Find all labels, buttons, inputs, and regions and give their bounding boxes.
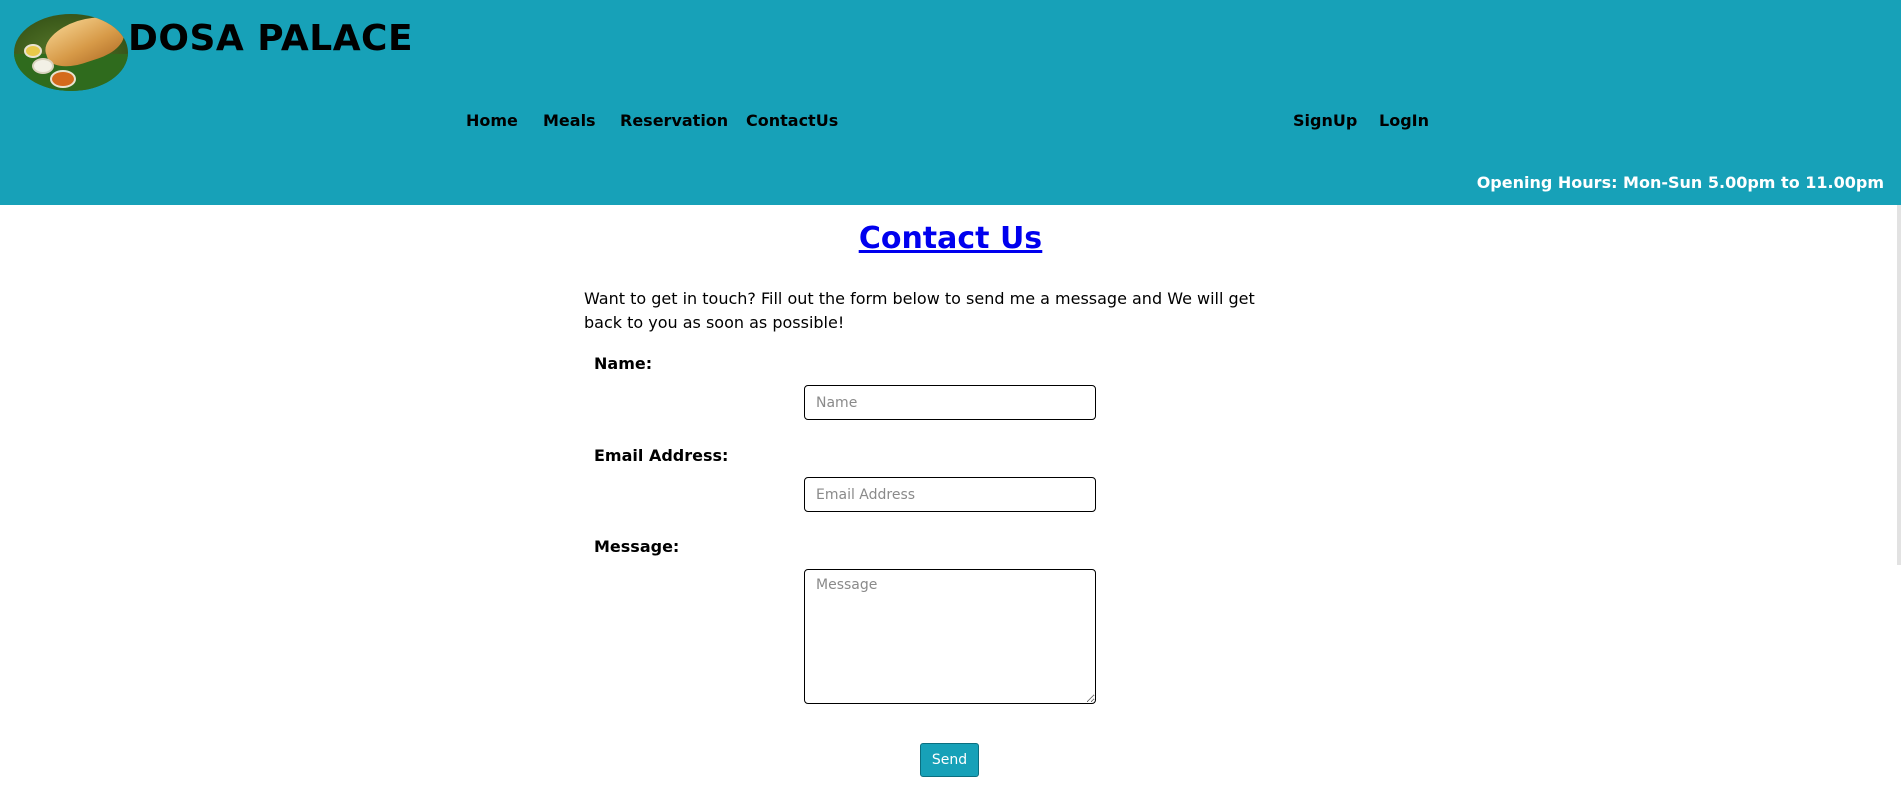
dosa-logo-icon[interactable] — [14, 14, 128, 91]
email-input[interactable] — [804, 477, 1096, 512]
nav-home[interactable]: Home — [466, 111, 518, 130]
name-label: Name: — [594, 354, 653, 373]
nav-meals[interactable]: Meals — [543, 111, 596, 130]
logo-bowl-orange — [50, 70, 76, 88]
message-textarea[interactable] — [804, 569, 1096, 704]
send-button[interactable]: Send — [920, 743, 979, 777]
message-label: Message: — [594, 537, 680, 556]
logo-bowl-white — [32, 58, 54, 74]
logo-bowl-yellow — [24, 44, 42, 58]
contact-intro: Want to get in touch? Fill out the form … — [584, 289, 1255, 332]
page-scrollbar[interactable] — [1897, 205, 1901, 565]
contact-title-link[interactable]: Contact Us — [859, 221, 1042, 256]
contact-title: Contact Us — [0, 221, 1901, 256]
brand-name: DOSA PALACE — [128, 18, 414, 59]
site-header: DOSA PALACE Home Meals Reservation Conta… — [0, 0, 1901, 205]
name-input[interactable] — [804, 385, 1096, 420]
nav-login[interactable]: LogIn — [1379, 111, 1429, 130]
nav-reservation[interactable]: Reservation — [620, 111, 728, 130]
email-label: Email Address: — [594, 446, 729, 465]
nav-contactus[interactable]: ContactUs — [746, 111, 838, 130]
nav-signup[interactable]: SignUp — [1293, 111, 1357, 130]
opening-hours: Opening Hours: Mon-Sun 5.00pm to 11.00pm — [1476, 173, 1884, 192]
